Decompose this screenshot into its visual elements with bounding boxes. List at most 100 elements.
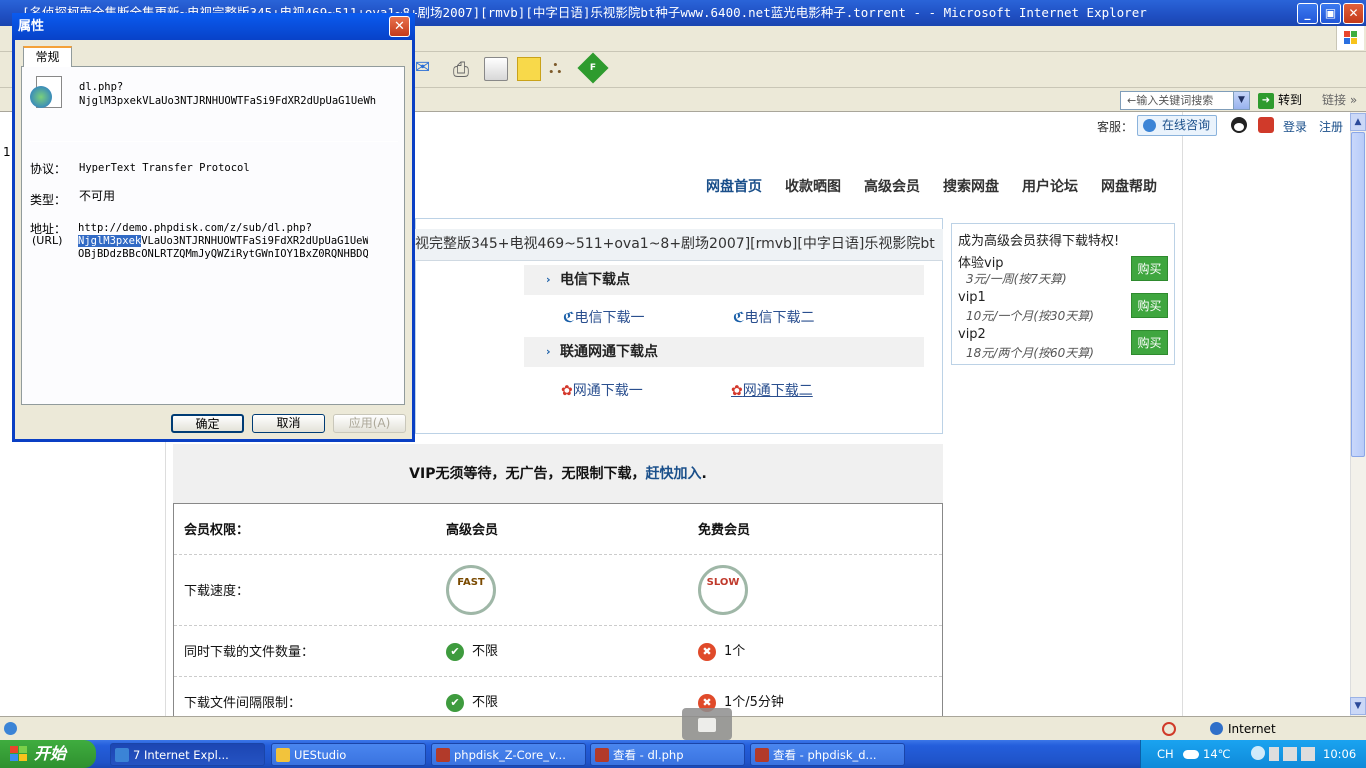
- tab-general[interactable]: 常规: [23, 46, 72, 67]
- telecom-icon: ℭ: [563, 310, 575, 326]
- free-value: 1个: [724, 644, 746, 659]
- unicom-link-2[interactable]: ✿网通下载二: [731, 380, 813, 400]
- print-icon[interactable]: ⎙: [453, 57, 477, 81]
- weather-label: 14℃: [1203, 747, 1231, 761]
- register-link[interactable]: 注册: [1319, 118, 1343, 135]
- login-link[interactable]: 登录: [1283, 118, 1307, 135]
- check-icon: ✔: [446, 642, 464, 661]
- task-view-phpdisk[interactable]: 查看 - phpdisk_d...: [750, 743, 905, 766]
- task-label: UEStudio: [294, 748, 347, 762]
- online-consult-button[interactable]: 在线咨询: [1137, 115, 1217, 136]
- rar-icon: [595, 748, 609, 762]
- url-selection: NjglM3pxek: [78, 235, 142, 247]
- vip-plan-name: vip1: [958, 290, 986, 305]
- windows-logo-icon: [1336, 26, 1364, 50]
- nav-help[interactable]: 网盘帮助: [1101, 176, 1157, 196]
- vip-plan-price: 18元/两个月(按60天算): [966, 346, 1094, 360]
- apply-button[interactable]: 应用(A): [333, 414, 406, 433]
- type-value: 不可用: [79, 189, 116, 203]
- vip-plan-price: 10元/一个月(按30天算): [966, 309, 1094, 323]
- nav-vip[interactable]: 高级会员: [864, 176, 920, 196]
- task-ie[interactable]: 7 Internet Expl...: [110, 743, 265, 766]
- tray-icon[interactable]: [1301, 747, 1315, 761]
- f-icon[interactable]: F: [577, 52, 609, 84]
- free-value: 1个/5分钟: [724, 695, 784, 710]
- blocked-icon: [1162, 722, 1176, 736]
- divider: [30, 141, 398, 142]
- task-phpdisk[interactable]: phpdisk_Z-Core_v...: [431, 743, 586, 766]
- mail-icon[interactable]: ✉: [415, 57, 439, 81]
- links-label: 链接: [1322, 93, 1347, 107]
- clock: 10:06: [1323, 747, 1357, 761]
- tray-expand-icon[interactable]: [1251, 746, 1265, 760]
- unicom-link-1-label: 网通下载一: [572, 383, 643, 399]
- row-label: 下载文件间隔限制：: [184, 696, 302, 711]
- links-button[interactable]: 链接 »: [1322, 91, 1357, 110]
- scroll-up-icon[interactable]: ▲: [1350, 113, 1366, 131]
- compare-header-end: .: [701, 466, 707, 482]
- telecom-header: › 电信下载点: [524, 265, 924, 295]
- globe-icon: [1210, 722, 1223, 735]
- unicom-link-1[interactable]: ✿网通下载一: [561, 380, 643, 400]
- vip-plan-name: 体验vip: [958, 256, 1004, 271]
- fast-gauge-icon: FAST: [446, 565, 496, 615]
- tray-icon[interactable]: [1283, 747, 1297, 761]
- close-window-button[interactable]: ✕: [1343, 3, 1364, 24]
- dialog-close-icon[interactable]: ✕: [389, 16, 410, 37]
- page-digit: 1: [3, 145, 11, 159]
- rar-icon: [755, 748, 769, 762]
- lang-indicator[interactable]: CH: [1157, 740, 1174, 768]
- search-input[interactable]: ←输入关键词搜索: [1120, 91, 1250, 110]
- type-label: 类型：: [30, 193, 67, 207]
- telecom-link-1-label: 电信下载一: [574, 310, 645, 326]
- tray-icon[interactable]: [1269, 747, 1279, 761]
- compare-header: VIP无须等待，无广告，无限制下载，赶快加入.: [173, 444, 943, 504]
- research-icon[interactable]: ⛬: [549, 57, 573, 81]
- telecom-link-2[interactable]: ℭ电信下载二: [733, 307, 814, 327]
- nav-forum[interactable]: 用户论坛: [1022, 176, 1078, 196]
- floating-widget[interactable]: [682, 708, 732, 740]
- col-permission: 会员权限：: [184, 523, 250, 538]
- task-label: 查看 - dl.php: [613, 748, 684, 762]
- row-free-value: ✖ 1个: [698, 640, 745, 661]
- nav-payment-show[interactable]: 收款晒图: [785, 176, 841, 196]
- scroll-down-icon[interactable]: ▼: [1350, 697, 1366, 715]
- service-label: 客服：: [1097, 120, 1134, 134]
- file-title: 视完整版345+电视469~511+ova1~8+剧场2007][rmvb][中…: [415, 229, 943, 261]
- buy-button[interactable]: 购买: [1131, 330, 1168, 355]
- go-button[interactable]: ➜ 转到: [1258, 91, 1302, 110]
- chevron-down-icon[interactable]: ▼: [1233, 91, 1250, 110]
- page-icon: [4, 722, 17, 735]
- online-label: 在线咨询: [1162, 118, 1211, 132]
- task-uestudio[interactable]: UEStudio: [271, 743, 426, 766]
- note-icon[interactable]: [517, 57, 541, 81]
- weibo-icon[interactable]: [1258, 117, 1274, 133]
- nav-search[interactable]: 搜索网盘: [943, 176, 999, 196]
- buy-button[interactable]: 购买: [1131, 293, 1168, 318]
- buy-button[interactable]: 购买: [1131, 256, 1168, 281]
- protocol-value: HyperText Transfer Protocol: [79, 162, 250, 174]
- ok-button[interactable]: 确定: [171, 414, 244, 433]
- row-vip-value: ✔ 不限: [446, 640, 498, 661]
- rar-icon: [436, 748, 450, 762]
- cross-icon: ✖: [698, 642, 716, 661]
- maximize-button[interactable]: ▣: [1320, 3, 1341, 24]
- check-icon: ✔: [446, 693, 464, 712]
- edit-icon[interactable]: [484, 57, 508, 81]
- url-label: (URL): [32, 234, 63, 247]
- unicom-header: › 联通网通下载点: [524, 337, 924, 367]
- file-name-line1: dl.php?: [79, 81, 124, 93]
- nav-home[interactable]: 网盘首页: [706, 176, 762, 196]
- task-label: 7 Internet Expl...: [133, 748, 229, 762]
- minimize-button[interactable]: _: [1297, 3, 1318, 24]
- task-view-dl[interactable]: 查看 - dl.php: [590, 743, 745, 766]
- url-field[interactable]: http://demo.phpdisk.com/z/sub/dl.php? Nj…: [78, 222, 368, 260]
- ie-icon: [115, 748, 129, 762]
- telecom-link-1[interactable]: ℭ电信下载一: [563, 307, 644, 327]
- qq-icon[interactable]: [1231, 117, 1247, 133]
- cancel-button[interactable]: 取消: [252, 414, 325, 433]
- scroll-thumb[interactable]: [1351, 132, 1365, 457]
- url-line3: OBjBDdzBBcONLRTZQMmJyQWZiRytGWnIOY1BxZ0R…: [78, 248, 368, 260]
- join-link[interactable]: 赶快加入: [645, 466, 701, 482]
- row-vip-value: ✔ 不限: [446, 691, 498, 712]
